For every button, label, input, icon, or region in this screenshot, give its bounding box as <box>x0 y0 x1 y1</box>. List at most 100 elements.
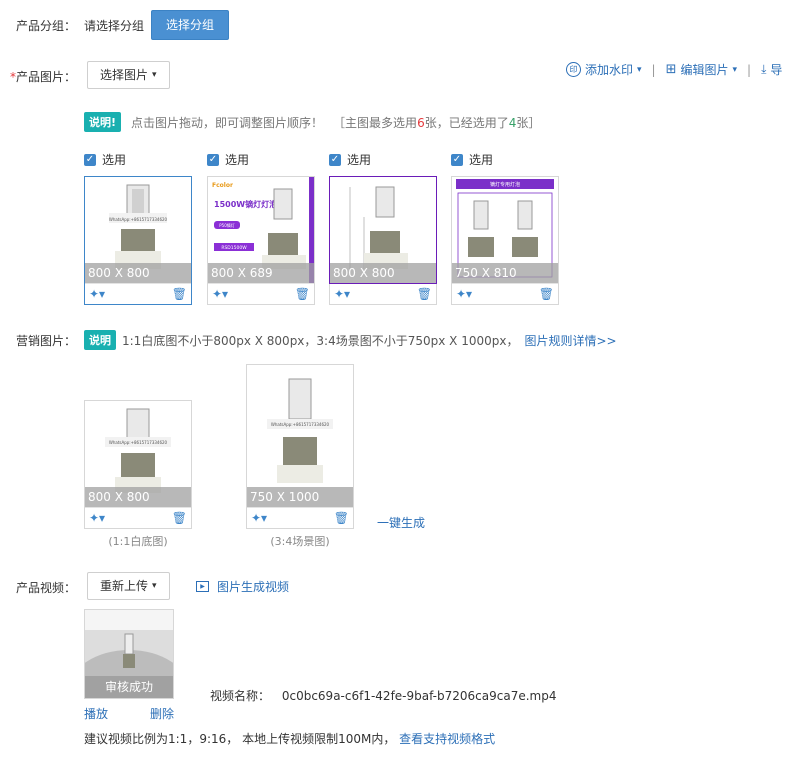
edit-image-button[interactable]: ⊞ 编辑图片 ▾ <box>666 61 737 78</box>
video-tip: 建议视频比例为1:1，9:16， 本地上传视频限制100M内， 查看支持视频格式 <box>84 730 495 747</box>
magic-wand-icon[interactable]: ✦▾ <box>212 287 228 301</box>
image-notice: 说明! 点击图片拖动，即可调整图片顺序！ ［主图最多选用6张，已经选用了4张］ <box>84 112 540 132</box>
crop-icon: ⊞ <box>665 62 677 77</box>
image-size-tag: 800 X 800 <box>85 487 191 507</box>
marketing-notice: 说明 1:1白底图不小于800px X 800px，3:4场景图不小于750px… <box>84 330 617 350</box>
promo-title: 1500W镝灯灯泡 <box>214 199 277 209</box>
trash-icon[interactable]: 🗑 <box>295 287 310 301</box>
marketing-caption: (3:4场景图) <box>270 535 330 548</box>
image-to-video-label: 图片生成视频 <box>217 580 290 594</box>
video-name: 视频名称： 0c0bc69a-c6f1-42fe-9baf-b7206ca9ca… <box>210 687 556 704</box>
magic-wand-icon[interactable]: ✦▾ <box>456 287 472 301</box>
product-image-card[interactable]: ✓ 选用 800 X 800 ✦▾ 🗑 <box>329 151 437 305</box>
trash-icon[interactable]: 🗑 <box>172 287 187 301</box>
chevron-down-icon: ▾ <box>152 581 157 591</box>
trash-icon[interactable]: 🗑 <box>539 287 554 301</box>
edit-image-label: 编辑图片 <box>680 63 729 77</box>
select-images-button[interactable]: 选择图片 ▾ <box>87 61 170 89</box>
product-images-label-text: 产品图片： <box>16 70 77 84</box>
marketing-badge: 说明 <box>84 330 116 350</box>
checkbox-checked-icon: ✓ <box>84 153 96 166</box>
product-image-card[interactable]: ✓ 选用 Fcolor 1500W镝灯灯泡 P50镝灯 RSD1500W 800 … <box>207 151 315 305</box>
product-video-label: 产品视频： <box>16 581 77 595</box>
banner-text: 镝灯专用灯泡 <box>490 181 520 188</box>
image-tools: ✦▾ 🗑 <box>452 283 558 304</box>
marketing-image[interactable]: WhatsApp:+8615717334620 750 X 1000 <box>247 365 353 507</box>
rule-prefix: ［主图最多选用 <box>333 115 418 130</box>
video-tip-text: 建议视频比例为1:1，9:16， 本地上传视频限制100M内， <box>84 732 396 746</box>
use-checkbox[interactable]: ✓ 选用 <box>451 151 559 168</box>
video-status: 审核成功 <box>85 676 173 698</box>
image-size-tag: 800 X 800 <box>330 263 436 283</box>
marketing-caption: (1:1白底图) <box>108 535 168 548</box>
image-tools: ✦▾ 🗑 <box>330 283 436 304</box>
promo-price: RSD1500W <box>221 245 247 251</box>
image-tools: ✦▾ 🗑 <box>247 507 353 528</box>
add-watermark-button[interactable]: 印 添加水印 ▾ <box>566 61 642 78</box>
product-image[interactable]: Fcolor 1500W镝灯灯泡 P50镝灯 RSD1500W 800 X 68… <box>208 177 314 283</box>
trash-icon[interactable]: 🗑 <box>417 287 432 301</box>
supported-formats-link[interactable]: 查看支持视频格式 <box>399 732 495 746</box>
watermark-icon: 印 <box>566 62 581 77</box>
chevron-down-icon: ▾ <box>152 70 157 80</box>
chevron-down-icon: ▾ <box>732 64 738 75</box>
toolbar-divider: | <box>651 62 656 77</box>
watermark-text: WhatsApp:+8615717334620 <box>109 217 168 222</box>
image-count-rule: ［主图最多选用6张，已经选用了4张］ <box>333 114 540 131</box>
marketing-image-card[interactable]: WhatsApp:+8615717334620 800 X 800 ✦▾ 🗑 (… <box>84 400 192 549</box>
export-label: 导 <box>770 63 783 77</box>
export-button[interactable]: ⤓ 导 <box>761 61 782 78</box>
image-size-tag: 800 X 800 <box>85 263 191 283</box>
watermark-text: WhatsApp:+8615717334620 <box>271 422 330 427</box>
one-click-generate-link[interactable]: 一键生成 <box>377 514 425 531</box>
checkbox-checked-icon: ✓ <box>207 153 219 166</box>
trash-icon[interactable]: 🗑 <box>334 511 349 525</box>
product-image[interactable]: 镝灯专用灯泡 750 X 810 <box>452 177 558 283</box>
image-rules-link[interactable]: 图片规则详情>> <box>524 332 616 349</box>
marketing-image-card[interactable]: WhatsApp:+8615717334620 750 X 1000 ✦▾ 🗑 … <box>246 364 354 549</box>
lamp-scene-image-icon: WhatsApp:+8615717334620 <box>267 378 333 483</box>
magic-wand-icon[interactable]: ✦▾ <box>89 287 105 301</box>
rule-max-count: 6 <box>417 115 425 130</box>
select-group-button[interactable]: 选择分组 <box>151 10 230 40</box>
product-images-label: *产品图片： <box>10 68 76 85</box>
use-checkbox[interactable]: ✓ 选用 <box>329 151 437 168</box>
rule-mid: 张，已经选用了 <box>424 115 509 130</box>
magic-wand-icon[interactable]: ✦▾ <box>334 287 350 301</box>
marketing-image[interactable]: WhatsApp:+8615717334620 800 X 800 <box>85 401 191 507</box>
reupload-button[interactable]: 重新上传 ▾ <box>87 572 170 600</box>
add-watermark-label: 添加水印 <box>585 63 634 77</box>
use-checkbox[interactable]: ✓ 选用 <box>207 151 315 168</box>
video-icon: ▶ <box>196 581 209 592</box>
download-icon: ⤓ <box>761 62 767 76</box>
magic-wand-icon[interactable]: ✦▾ <box>89 511 105 525</box>
magic-wand-icon[interactable]: ✦▾ <box>251 511 267 525</box>
watermark-text: WhatsApp:+8615717334620 <box>109 440 168 445</box>
use-checkbox[interactable]: ✓ 选用 <box>84 151 192 168</box>
product-image[interactable]: 800 X 800 <box>329 176 437 284</box>
image-toolbar: 印 添加水印 ▾ | ⊞ 编辑图片 ▾ | ⤓ 导 <box>566 61 782 78</box>
checkbox-checked-icon: ✓ <box>329 153 341 166</box>
image-tools: ✦▾ 🗑 <box>85 283 191 304</box>
chevron-down-icon: ▾ <box>637 64 642 75</box>
promo-tag: P50镝灯 <box>219 222 235 228</box>
notice-badge: 说明! <box>84 112 122 132</box>
image-tools: ✦▾ 🗑 <box>208 283 314 304</box>
reupload-label: 重新上传 <box>100 579 149 593</box>
trash-icon[interactable]: 🗑 <box>172 511 187 525</box>
image-size-tag: 750 X 810 <box>452 263 558 283</box>
product-image-card[interactable]: ✓ 选用 WhatsApp:+8615717334620 800 X 800 ✦▾… <box>84 151 192 305</box>
image-size-tag: 800 X 689 <box>208 263 314 283</box>
checkbox-checked-icon: ✓ <box>451 153 463 166</box>
product-image[interactable]: WhatsApp:+8615717334620 800 X 800 <box>85 177 191 283</box>
use-checkbox-label: 选用 <box>102 153 127 167</box>
delete-video-link[interactable]: 删除 <box>150 705 174 722</box>
image-to-video-link[interactable]: ▶ 图片生成视频 <box>196 578 289 595</box>
video-thumbnail[interactable]: 审核成功 <box>84 609 174 699</box>
marketing-images-label: 营销图片： <box>16 334 77 348</box>
product-image-card[interactable]: ✓ 选用 镝灯专用灯泡 750 X 810 ✦▾ 🗑 <box>451 151 559 305</box>
play-video-link[interactable]: 播放 <box>84 705 108 722</box>
use-checkbox-label: 选用 <box>469 153 494 167</box>
video-name-label: 视频名称： <box>210 689 271 703</box>
video-name-value: 0c0bc69a-c6f1-42fe-9baf-b7206ca9ca7e.mp4 <box>281 689 557 703</box>
